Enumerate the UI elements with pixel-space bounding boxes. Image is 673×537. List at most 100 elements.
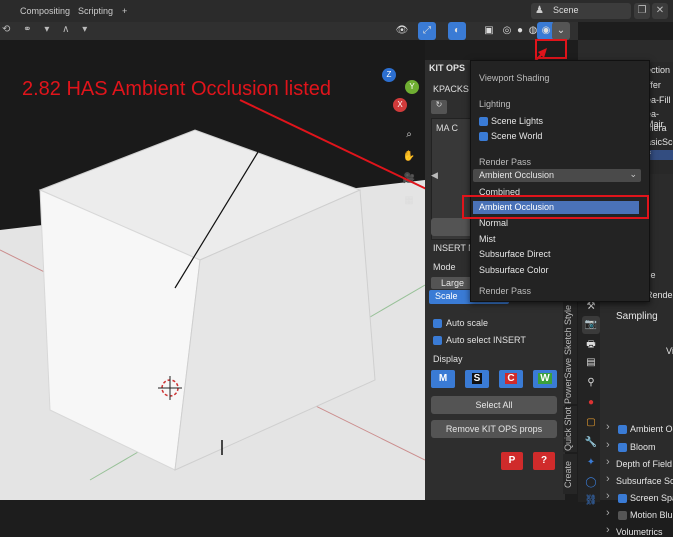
pan-hand-icon[interactable]: ✋ — [400, 148, 418, 166]
transform-tools-icons[interactable]: ⟲ ⚭ ▾ ∧ ▾ — [2, 24, 97, 38]
auto-scale-checkbox[interactable] — [433, 319, 442, 328]
badge-c-inner: C — [505, 373, 517, 384]
scene-close-icon[interactable]: ✕ — [652, 3, 668, 19]
section-enable-checkbox[interactable] — [618, 511, 627, 520]
section-enable-checkbox[interactable] — [618, 494, 627, 503]
particles-props-icon[interactable]: ✦ — [582, 454, 600, 472]
scene-lights-label: Scene Lights — [491, 116, 544, 126]
axis-gizmo-y[interactable]: Y — [405, 80, 419, 94]
render-pass-label: Render Pass — [479, 157, 532, 167]
perspective-grid-icon[interactable]: ▦ — [400, 192, 418, 210]
vtab-create[interactable]: Create — [563, 454, 577, 494]
render-pass-option[interactable]: Normal — [479, 218, 508, 228]
kpacks-refresh-icon[interactable]: ↻ — [431, 100, 447, 114]
physics-props-icon[interactable]: ◯ — [582, 474, 600, 492]
section-expand-icon[interactable]: › — [606, 490, 610, 502]
render-pass-option[interactable]: Mist — [479, 234, 496, 244]
viewport-scene — [0, 40, 425, 500]
viewport-shading-title: Viewport Shading — [479, 73, 550, 83]
help-button[interactable]: ? — [533, 452, 555, 470]
section-expand-icon[interactable]: › — [606, 456, 610, 468]
shading-highlight-box — [535, 39, 567, 59]
view-layer-icon[interactable]: ▤ — [582, 354, 600, 372]
scene-icon: ♟ — [535, 5, 544, 16]
kitops-header: KIT OPS — [429, 63, 466, 73]
auto-select-checkbox[interactable] — [433, 336, 442, 345]
large-label: Large — [441, 278, 465, 288]
properties-section-label[interactable]: Ambient Oc — [630, 424, 673, 434]
scene-copy-icon[interactable]: ❐ — [634, 3, 650, 19]
visibility-icon[interactable]: 👁 — [393, 22, 411, 40]
constraints-props-icon[interactable]: ⛓ — [582, 492, 600, 510]
section-expand-icon[interactable]: › — [606, 439, 610, 451]
world-props-icon[interactable]: ● — [582, 394, 600, 412]
render-pass-footer: Render Pass — [479, 286, 532, 296]
properties-section-label[interactable]: Depth of Field — [616, 459, 672, 469]
auto-scale-label: Auto scale — [446, 318, 489, 328]
display-badge-c[interactable]: C — [499, 370, 523, 388]
properties-section-label[interactable]: Volumetrics — [616, 527, 663, 537]
properties-section-label[interactable]: Screen Spa — [630, 493, 673, 503]
output-props-icon[interactable]: 🖶 — [582, 336, 600, 354]
section-expand-icon[interactable]: › — [606, 473, 610, 485]
tab-compositing[interactable]: Compositing — [20, 4, 70, 18]
preview-arrow-left[interactable]: ◀ — [431, 170, 438, 181]
mode-label: Mode — [433, 262, 456, 272]
axis-gizmo-z[interactable]: Z — [382, 68, 396, 82]
kpacks-label: KPACKS — [433, 84, 469, 94]
ambient-occlusion-highlight-box — [462, 195, 649, 219]
vtab-powersave[interactable]: PowerSave — [563, 358, 577, 404]
section-enable-checkbox[interactable] — [618, 443, 627, 452]
viewport-shading-popover: Viewport Shading Lighting Scene Lights S… — [470, 60, 650, 302]
scale-label: Scale — [435, 291, 458, 301]
object-props-icon[interactable]: ▢ — [582, 414, 600, 432]
modifier-props-icon[interactable]: 🔧 — [582, 434, 600, 452]
auto-select-label: Auto select INSERT — [446, 335, 526, 345]
section-expand-icon[interactable]: › — [606, 507, 610, 519]
xray-toggle-icon[interactable]: ▣ — [480, 22, 498, 40]
3d-viewport[interactable]: Z Y X ⌕ ✋ 🎥 ▦ — [0, 40, 425, 500]
badge-w-inner: W — [538, 373, 552, 384]
scene-props-icon[interactable]: ⚲ — [582, 374, 600, 392]
render-pass-selected-value: Ambient Occlusion — [479, 170, 555, 180]
render-props-icon[interactable]: 📷 — [582, 316, 600, 334]
scene-world-checkbox[interactable] — [479, 132, 488, 141]
overlay-toggle-icon[interactable]: ◐ — [448, 22, 466, 40]
render-pass-select[interactable]: Ambient Occlusion ⌄ — [473, 169, 641, 182]
properties-section-label[interactable]: Bloom — [630, 442, 656, 452]
tab-scripting[interactable]: Scripting — [78, 4, 113, 18]
section-expand-icon[interactable]: › — [606, 421, 610, 433]
scene-selector[interactable]: ♟ Scene — [531, 3, 631, 19]
select-all-button[interactable]: Select All — [431, 396, 557, 414]
lighting-label: Lighting — [479, 99, 511, 109]
vi-label: Vi — [666, 346, 673, 356]
zoom-icon[interactable]: ⌕ — [400, 126, 418, 144]
scene-world-label: Scene World — [491, 131, 543, 141]
badge-s-inner: S — [471, 373, 483, 384]
display-badge-s[interactable]: S — [465, 370, 489, 388]
shading-options-dropdown[interactable]: ⌄ — [552, 22, 570, 40]
outliner-item[interactable]: asicSce — [646, 137, 673, 147]
remove-kitops-props-button[interactable]: Remove KIT OPS props — [431, 420, 557, 438]
properties-section-label[interactable]: Subsurface Sca — [616, 476, 673, 486]
vtab-quick-shot[interactable]: Quick Shot — [563, 406, 577, 452]
camera-view-icon[interactable]: 🎥 — [400, 170, 418, 188]
scene-name: Scene — [553, 5, 579, 15]
annotation-text: 2.82 HAS Ambient Occlusion listed — [22, 78, 332, 100]
section-expand-icon[interactable]: › — [606, 524, 610, 536]
chevron-down-icon: ⌄ — [629, 169, 637, 179]
add-workspace-tab[interactable]: + — [122, 4, 127, 18]
axis-gizmo-x[interactable]: X — [393, 98, 407, 112]
properties-section-label[interactable]: Motion Blu — [630, 510, 673, 520]
render-pass-option[interactable]: Subsurface Direct — [479, 249, 551, 259]
display-badge-m[interactable]: M — [431, 370, 455, 388]
display-label: Display — [433, 354, 463, 364]
render-pass-option[interactable]: Subsurface Color — [479, 265, 549, 275]
display-badge-w[interactable]: W — [533, 370, 557, 388]
section-enable-checkbox[interactable] — [618, 425, 627, 434]
gizmo-toggle-icon[interactable]: ⤢ — [418, 22, 436, 40]
p-button[interactable]: P — [501, 452, 523, 470]
sampling-section[interactable]: Sampling — [616, 311, 658, 322]
vtab-sketch-style[interactable]: Sketch Style — [563, 300, 577, 360]
scene-lights-checkbox[interactable] — [479, 117, 488, 126]
